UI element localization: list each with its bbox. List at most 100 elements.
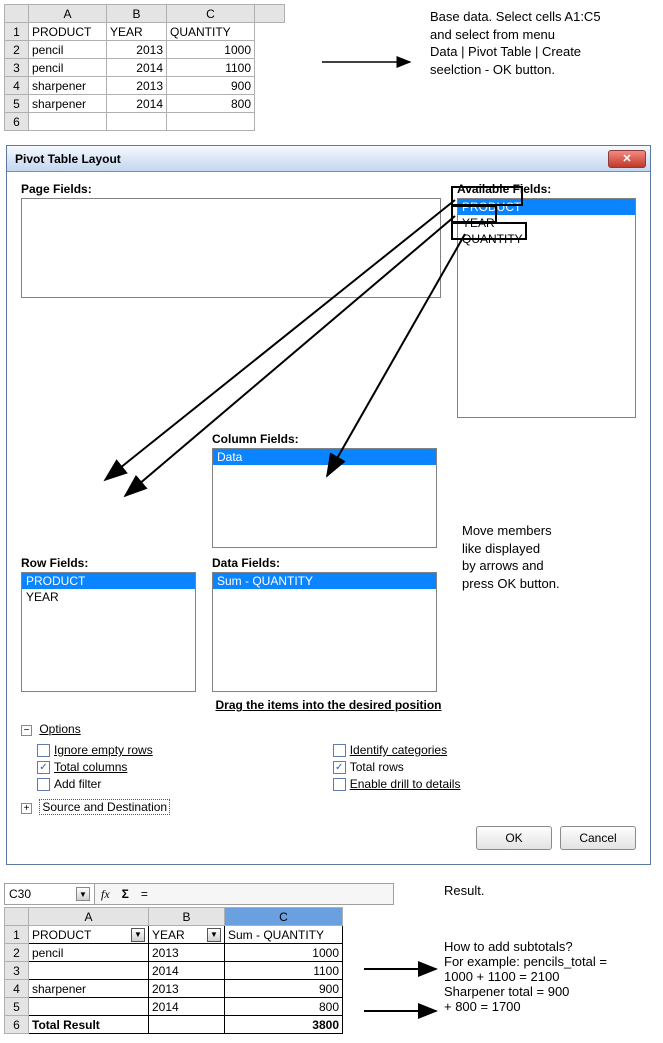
row-header[interactable]: 5 bbox=[5, 95, 29, 113]
cell[interactable]: YEAR▼ bbox=[149, 926, 225, 944]
source-destination-label: Source and Destination bbox=[39, 799, 170, 815]
cell-reference-box[interactable]: C30 ▼ bbox=[5, 884, 95, 904]
options-toggle[interactable]: − Options bbox=[21, 722, 636, 736]
dropdown-icon[interactable]: ▼ bbox=[76, 887, 90, 901]
opt-identify-categories[interactable]: Identify categories bbox=[333, 743, 461, 757]
cell[interactable]: 900 bbox=[225, 980, 343, 998]
cell[interactable]: 3800 bbox=[225, 1016, 343, 1034]
row-header[interactable]: 1 bbox=[5, 23, 29, 41]
cell[interactable]: 2014 bbox=[149, 962, 225, 980]
row-6: 6 bbox=[5, 113, 285, 131]
row-header[interactable]: 3 bbox=[5, 59, 29, 77]
data-fields-list[interactable]: Sum - QUANTITY bbox=[212, 572, 437, 692]
cell[interactable]: 2014 bbox=[149, 998, 225, 1016]
opt-total-columns[interactable]: ✓Total columns bbox=[37, 760, 153, 774]
annotation-move-members: Move members like displayed by arrows an… bbox=[462, 522, 626, 592]
row-header[interactable]: 6 bbox=[5, 113, 29, 131]
row-field-year[interactable]: YEAR bbox=[22, 589, 195, 605]
col-header-B[interactable]: B bbox=[107, 5, 167, 23]
cell[interactable] bbox=[29, 998, 149, 1016]
row-1: 1 PRODUCT▼ YEAR▼ Sum - QUANTITY bbox=[5, 926, 343, 944]
cell[interactable] bbox=[29, 962, 149, 980]
filter-dropdown-icon[interactable]: ▼ bbox=[131, 928, 145, 942]
corner-cell[interactable] bbox=[5, 5, 29, 23]
cell-reference: C30 bbox=[9, 887, 31, 901]
col-header-A[interactable]: A bbox=[29, 908, 149, 926]
cell[interactable]: 1000 bbox=[167, 41, 255, 59]
cell[interactable]: PRODUCT▼ bbox=[29, 926, 149, 944]
opt-total-rows[interactable]: ✓Total rows bbox=[333, 760, 461, 774]
fx-icon[interactable]: fx bbox=[95, 887, 116, 902]
col-header-C-selected[interactable]: C bbox=[225, 908, 343, 926]
cell[interactable]: 2013 bbox=[107, 77, 167, 95]
dialog-titlebar[interactable]: Pivot Table Layout ✕ bbox=[7, 146, 650, 172]
cell[interactable]: sharpener bbox=[29, 77, 107, 95]
cell[interactable]: sharpener bbox=[29, 980, 149, 998]
col-header-B[interactable]: B bbox=[149, 908, 225, 926]
cell[interactable]: pencil bbox=[29, 59, 107, 77]
cell[interactable] bbox=[29, 113, 107, 131]
cell[interactable]: 1100 bbox=[225, 962, 343, 980]
available-field-product[interactable]: PRODUCT bbox=[458, 199, 635, 215]
row-header[interactable]: 2 bbox=[5, 944, 29, 962]
column-fields-list[interactable]: Data bbox=[212, 448, 437, 548]
row-fields-list[interactable]: PRODUCT YEAR bbox=[21, 572, 196, 692]
cell[interactable]: 800 bbox=[225, 998, 343, 1016]
opt-enable-drill[interactable]: Enable drill to details bbox=[333, 777, 461, 791]
annotation-line: seelction - OK button. bbox=[430, 61, 601, 79]
data-field-sumquantity[interactable]: Sum - QUANTITY bbox=[213, 573, 436, 589]
close-icon: ✕ bbox=[622, 152, 631, 165]
cell[interactable]: PRODUCT bbox=[29, 23, 107, 41]
available-field-quantity[interactable]: QUANTITY bbox=[458, 231, 635, 247]
column-field-data[interactable]: Data bbox=[213, 449, 436, 465]
opt-ignore-empty[interactable]: Ignore empty rows bbox=[37, 743, 153, 757]
filter-dropdown-icon[interactable]: ▼ bbox=[207, 928, 221, 942]
sum-icon[interactable]: Σ bbox=[116, 887, 135, 901]
row-header[interactable]: 3 bbox=[5, 962, 29, 980]
cell[interactable]: sharpener bbox=[29, 95, 107, 113]
cell[interactable]: Sum - QUANTITY bbox=[225, 926, 343, 944]
row-header[interactable]: 6 bbox=[5, 1016, 29, 1034]
cell[interactable]: 2013 bbox=[107, 41, 167, 59]
cancel-button[interactable]: Cancel bbox=[560, 826, 636, 850]
cell[interactable]: 2014 bbox=[107, 95, 167, 113]
equals-icon[interactable]: = bbox=[135, 887, 154, 901]
cell[interactable]: 1100 bbox=[167, 59, 255, 77]
row-header[interactable]: 2 bbox=[5, 41, 29, 59]
cell[interactable]: 2014 bbox=[107, 59, 167, 77]
row-header[interactable]: 4 bbox=[5, 77, 29, 95]
cell[interactable]: 800 bbox=[167, 95, 255, 113]
row-2: 2 pencil 2013 1000 bbox=[5, 41, 285, 59]
checkbox-icon bbox=[333, 744, 346, 757]
cell[interactable]: YEAR bbox=[107, 23, 167, 41]
cell[interactable]: pencil bbox=[29, 944, 149, 962]
ok-button[interactable]: OK bbox=[476, 826, 552, 850]
row-header[interactable]: 1 bbox=[5, 926, 29, 944]
row-field-product[interactable]: PRODUCT bbox=[22, 573, 195, 589]
cell[interactable]: QUANTITY bbox=[167, 23, 255, 41]
page-fields-list[interactable] bbox=[21, 198, 441, 298]
row-header[interactable]: 5 bbox=[5, 998, 29, 1016]
cell[interactable] bbox=[167, 113, 255, 131]
available-fields-list[interactable]: PRODUCT YEAR QUANTITY bbox=[457, 198, 636, 418]
close-button[interactable]: ✕ bbox=[608, 150, 646, 168]
col-header-D-selected[interactable] bbox=[255, 5, 285, 23]
source-destination-toggle[interactable]: + Source and Destination bbox=[21, 800, 636, 814]
available-field-year[interactable]: YEAR bbox=[458, 215, 635, 231]
corner-cell[interactable] bbox=[5, 908, 29, 926]
cell[interactable]: pencil bbox=[29, 41, 107, 59]
annotation-line: like displayed bbox=[462, 540, 626, 558]
cell[interactable]: 1000 bbox=[225, 944, 343, 962]
cell[interactable]: 2013 bbox=[149, 980, 225, 998]
col-header-A[interactable]: A bbox=[29, 5, 107, 23]
cell[interactable]: Total Result bbox=[29, 1016, 149, 1034]
opt-add-filter[interactable]: Add filter bbox=[37, 777, 153, 791]
row-header[interactable]: 4 bbox=[5, 980, 29, 998]
cell[interactable] bbox=[149, 1016, 225, 1034]
cell[interactable]: 2013 bbox=[149, 944, 225, 962]
opt-label: Enable drill to details bbox=[350, 777, 461, 791]
annotation-line: press OK button. bbox=[462, 575, 626, 593]
cell[interactable] bbox=[107, 113, 167, 131]
col-header-C[interactable]: C bbox=[167, 5, 255, 23]
cell[interactable]: 900 bbox=[167, 77, 255, 95]
